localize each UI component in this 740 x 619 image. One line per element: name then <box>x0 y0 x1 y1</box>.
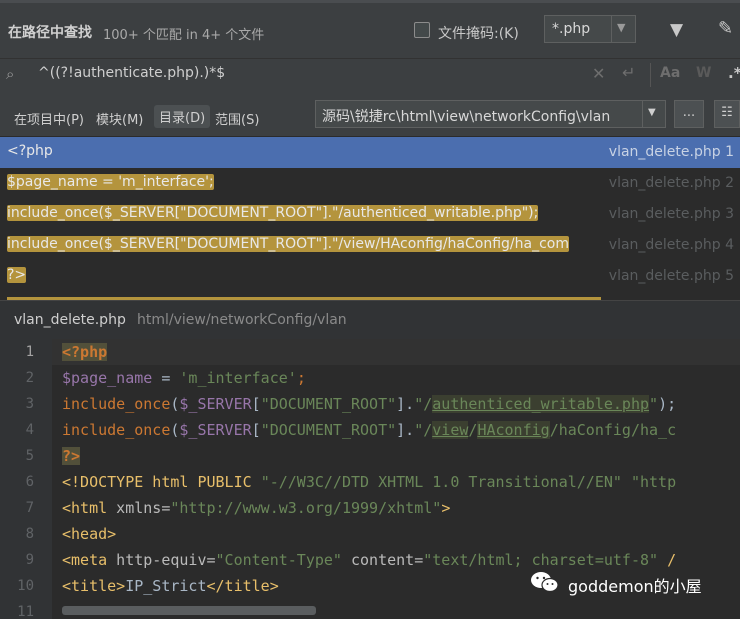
file-mask-label: 文件掩码:(K) <box>438 26 519 42</box>
result-row[interactable]: ?> vlan_delete.php 5 <box>0 261 740 292</box>
code-line: <html xmlns="http://www.w3.org/1999/xhtm… <box>62 499 451 517</box>
code-line: <?php <box>62 343 108 361</box>
result-row[interactable]: include_once($_SERVER["DOCUMENT_ROOT"]."… <box>0 199 740 230</box>
search-row: ⌕ ^((?!authenticate.php).)*$ ✕ ↵ Aa W .* <box>0 58 740 91</box>
search-input[interactable]: ^((?!authenticate.php).)*$ <box>38 65 225 81</box>
current-line-highlight <box>0 339 740 365</box>
dialog-title: 在路径中查找 <box>8 25 92 41</box>
result-row[interactable]: include_once($_SERVER["DOCUMENT_ROOT"]."… <box>0 230 740 261</box>
result-code: ?> <box>7 267 27 283</box>
select-separator <box>642 101 643 127</box>
whole-words-toggle[interactable]: W <box>696 65 711 81</box>
line-number: 4 <box>25 422 34 438</box>
directory-select[interactable]: 源码\锐捷rc\html\view\networkConfig\vlan ▼ <box>315 100 666 128</box>
filter-icon[interactable]: ▼ <box>670 20 683 40</box>
file-mask-value: *.php <box>552 21 591 37</box>
match-case-toggle[interactable]: Aa <box>660 65 680 81</box>
result-location: vlan_delete.php 5 <box>608 268 734 284</box>
code-line: ?> <box>62 447 81 465</box>
line-number: 9 <box>25 552 34 568</box>
preview-file-name: vlan_delete.php <box>14 312 126 328</box>
result-location: vlan_delete.php 2 <box>608 175 734 191</box>
preview-path-bar: vlan_delete.php html/view/networkConfig/… <box>0 300 740 340</box>
match-highlight: ?> <box>7 267 27 283</box>
result-location: vlan_delete.php 3 <box>608 206 734 222</box>
line-number: 2 <box>25 370 34 386</box>
watermark-text: goddemon的小屋 <box>568 577 702 596</box>
tab-module[interactable]: 模块(M) <box>96 109 143 128</box>
result-code: include_once($_SERVER["DOCUMENT_ROOT"]."… <box>7 205 539 221</box>
line-number: 6 <box>25 474 34 490</box>
horizontal-scrollbar[interactable] <box>62 606 316 615</box>
code-line: include_once($_SERVER["DOCUMENT_ROOT"]."… <box>62 421 677 439</box>
code-line: <!DOCTYPE html PUBLIC "-//W3C//DTD XHTML… <box>62 473 677 491</box>
wechat-icon <box>531 572 559 593</box>
line-number: 7 <box>25 500 34 516</box>
pin-icon[interactable]: ✎ <box>718 18 733 39</box>
match-highlight: include_once($_SERVER["DOCUMENT_ROOT"]."… <box>7 205 539 221</box>
code-line: <head> <box>62 525 117 543</box>
clear-icon[interactable]: ✕ <box>592 64 605 83</box>
line-number: 11 <box>17 604 34 619</box>
search-icon[interactable]: ⌕ <box>6 65 14 83</box>
result-code: include_once($_SERVER["DOCUMENT_ROOT"]."… <box>7 236 601 252</box>
regex-toggle[interactable]: .* <box>728 64 740 82</box>
tab-scope[interactable]: 范围(S) <box>215 109 259 128</box>
file-mask-select[interactable]: *.php ▼ <box>544 15 636 43</box>
result-row[interactable]: $page_name = 'm_interface'; vlan_delete.… <box>0 168 740 199</box>
result-location: vlan_delete.php 1 <box>608 144 734 160</box>
code-line: $page_name = 'm_interface'; <box>62 369 306 387</box>
top-strip <box>0 0 740 3</box>
code-line: include_once($_SERVER["DOCUMENT_ROOT"]."… <box>62 395 677 413</box>
tree-icon[interactable]: ☷ <box>714 100 740 128</box>
result-code: $page_name = 'm_interface'; <box>7 174 214 190</box>
result-location: vlan_delete.php 4 <box>608 237 734 253</box>
line-number: 3 <box>25 396 34 412</box>
chevron-down-icon: ▼ <box>648 107 656 118</box>
newline-icon[interactable]: ↵ <box>622 63 635 82</box>
browse-button[interactable]: ... <box>674 100 704 128</box>
match-highlight: $page_name = 'm_interface'; <box>7 174 214 190</box>
match-count: 100+ 个匹配 in 4+ 个文件 <box>103 28 265 43</box>
code-line: <meta http-equiv="Content-Type" content=… <box>62 551 677 569</box>
directory-value: 源码\锐捷rc\html\view\networkConfig\vlan <box>322 109 611 125</box>
preview-file-path: html/view/networkConfig/vlan <box>137 312 347 328</box>
result-code: <?php <box>7 143 53 159</box>
tab-project[interactable]: 在项目中(P) <box>14 109 84 128</box>
tab-directory[interactable]: 目录(D) <box>154 105 211 128</box>
match-highlight: <?php <box>7 143 53 159</box>
line-number: 8 <box>25 526 34 542</box>
result-row[interactable]: <?php vlan_delete.php 1 <box>0 137 740 168</box>
select-separator <box>611 16 612 42</box>
results-list: <?php vlan_delete.php 1 $page_name = 'm_… <box>0 136 740 299</box>
divider <box>650 63 651 87</box>
code-line: <title>IP_Strict</title> <box>62 577 279 595</box>
scope-row: 在项目中(P) 模块(M) 目录(D) 范围(S) 源码\锐捷rc\html\v… <box>0 91 740 136</box>
find-in-path-header: 在路径中查找 100+ 个匹配 in 4+ 个文件 文件掩码:(K) *.php… <box>0 0 740 58</box>
file-mask-checkbox[interactable] <box>414 22 430 38</box>
chevron-down-icon: ▼ <box>617 21 626 34</box>
line-number: 5 <box>25 448 34 464</box>
match-highlight: include_once($_SERVER["DOCUMENT_ROOT"]."… <box>7 236 569 252</box>
line-number: 10 <box>17 578 34 594</box>
line-number: 1 <box>25 344 34 360</box>
